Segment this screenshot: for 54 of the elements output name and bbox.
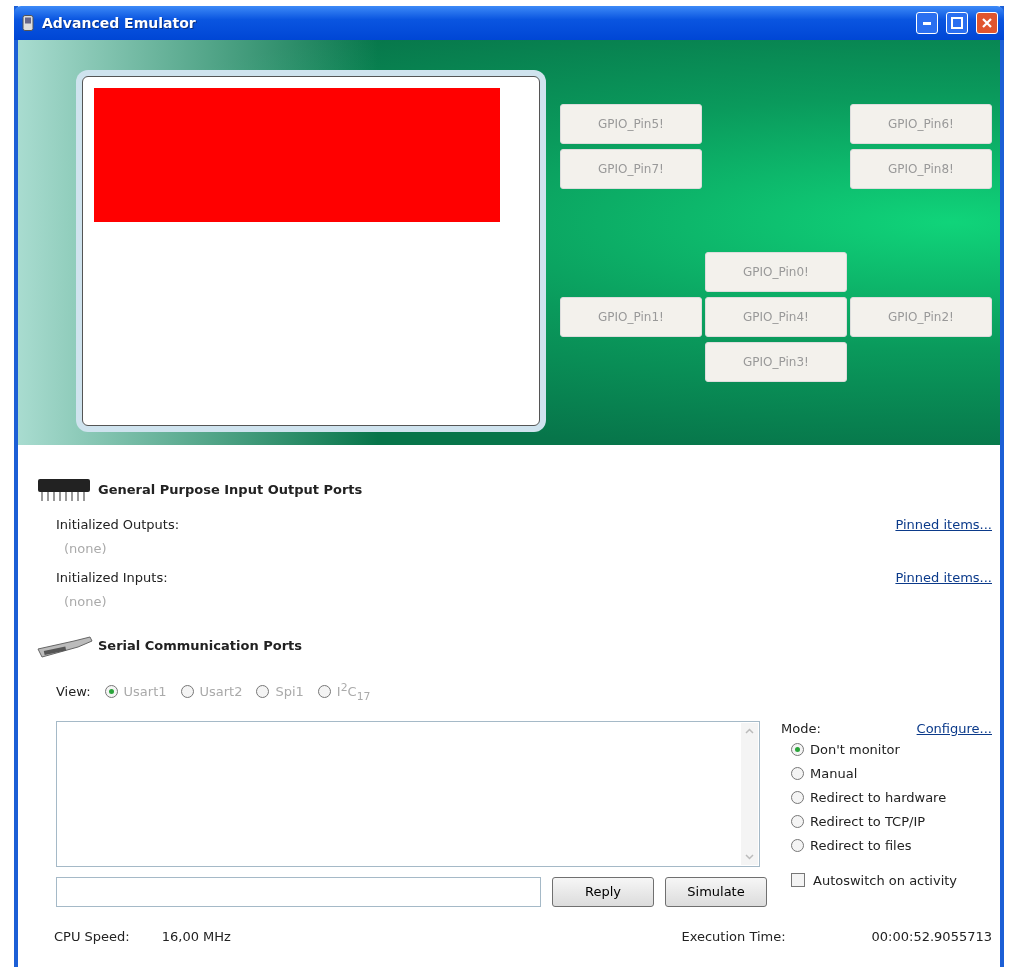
view-radio[interactable]: Usart1 bbox=[104, 684, 167, 700]
action-button[interactable]: Reply bbox=[552, 876, 654, 907]
close-button[interactable] bbox=[976, 12, 998, 34]
phone-icon bbox=[22, 15, 34, 31]
radio-dot[interactable] bbox=[791, 766, 804, 780]
mode-radio[interactable]: Redirect to files bbox=[791, 837, 992, 853]
message-input[interactable] bbox=[56, 876, 541, 907]
radio-dot[interactable] bbox=[791, 814, 804, 828]
mode-radio[interactable]: Manual bbox=[791, 765, 992, 781]
mode-radio[interactable]: Redirect to TCP/IP bbox=[791, 813, 992, 829]
radio-dot[interactable] bbox=[317, 685, 331, 699]
gpio-pin-button[interactable]: GPIO_Pin3! bbox=[705, 342, 847, 382]
gpio-pin-button[interactable]: GPIO_Pin2! bbox=[850, 297, 992, 337]
close-icon bbox=[981, 17, 993, 29]
section-title: Serial Communication Ports bbox=[98, 637, 302, 653]
configure-link[interactable]: Configure... bbox=[916, 720, 992, 736]
field-label: Initialized Outputs: bbox=[56, 517, 180, 532]
radio-dot[interactable] bbox=[791, 790, 804, 804]
gpio-pin-button[interactable]: GPIO_Pin0! bbox=[705, 252, 847, 292]
empty-value: (none) bbox=[63, 541, 108, 556]
action-button[interactable]: Simulate bbox=[665, 876, 767, 907]
maximize-icon bbox=[951, 17, 963, 29]
gpio-pin-button[interactable]: GPIO_Pin6! bbox=[850, 104, 992, 144]
execution-time-label: Execution Time: bbox=[681, 928, 786, 944]
view-radio[interactable]: Usart2 bbox=[180, 684, 243, 700]
pinned-items-link[interactable]: Pinned items... bbox=[895, 570, 992, 585]
radio-dot[interactable] bbox=[791, 742, 804, 756]
gpio-pin-button[interactable]: GPIO_Pin8! bbox=[850, 149, 992, 189]
maximize-button[interactable] bbox=[946, 12, 968, 34]
view-radio[interactable]: Spi1 bbox=[256, 684, 304, 700]
window-title: Advanced Emulator bbox=[42, 15, 197, 31]
mode-radio[interactable]: Don't monitor bbox=[791, 741, 992, 757]
autoswitch-checkbox[interactable]: Autoswitch on activity bbox=[781, 872, 992, 888]
minimize-icon bbox=[923, 21, 931, 25]
field-label: Initialized Inputs: bbox=[56, 570, 168, 585]
view-label: View: bbox=[56, 684, 91, 700]
cpu-speed-label: CPU Speed: bbox=[54, 928, 130, 944]
empty-value: (none) bbox=[63, 594, 108, 609]
radio-dot[interactable] bbox=[256, 685, 270, 699]
radio-dot[interactable] bbox=[791, 838, 804, 852]
minimize-button[interactable] bbox=[916, 12, 938, 34]
gpio-pin-button[interactable]: GPIO_Pin7! bbox=[560, 149, 702, 189]
gpio-pin-button[interactable]: GPIO_Pin4! bbox=[705, 297, 847, 337]
section-title: General Purpose Input Output Ports bbox=[98, 481, 363, 497]
view-radio[interactable]: I$^{2}$C$_{17}$ bbox=[317, 681, 371, 703]
gpio-pin-button[interactable]: GPIO_Pin1! bbox=[560, 297, 702, 337]
pinned-items-link[interactable]: Pinned items... bbox=[895, 517, 992, 532]
execution-time-value: 00:00:52.9055713 bbox=[871, 928, 992, 944]
mode-label: Mode: bbox=[781, 720, 821, 736]
mode-radio[interactable]: Redirect to hardware bbox=[791, 789, 992, 805]
radio-dot[interactable] bbox=[104, 685, 118, 699]
gpio-pin-button[interactable]: GPIO_Pin5! bbox=[560, 104, 702, 144]
cpu-speed-value: 16,00 MHz bbox=[161, 928, 231, 944]
radio-dot[interactable] bbox=[180, 685, 194, 699]
